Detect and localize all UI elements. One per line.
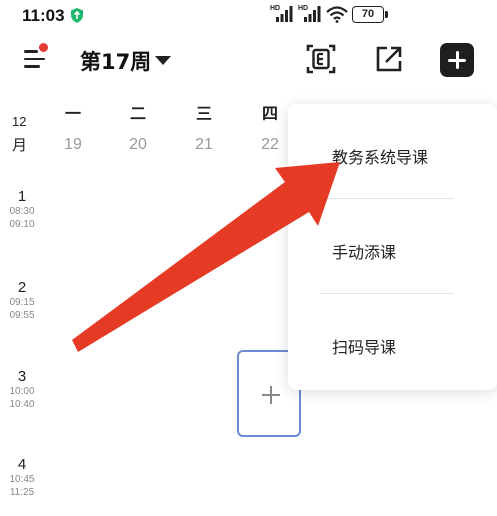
- period-end-time: 09:55: [9, 310, 35, 321]
- day-date: 22: [261, 136, 279, 153]
- period-row: 1 08:30 09:10: [0, 188, 44, 231]
- month-number: 12: [12, 114, 27, 129]
- period-row: 4 10:45 11:25: [0, 456, 44, 499]
- period-row: 2 09:15 09:55: [0, 279, 44, 322]
- day-date: 20: [129, 136, 147, 153]
- period-number: 1: [17, 188, 27, 205]
- signal-icon-2: [304, 6, 321, 22]
- day-name: 四: [261, 104, 278, 123]
- caret-down-icon[interactable]: [155, 56, 171, 65]
- day-date: 19: [64, 136, 82, 153]
- app-header: 第17周: [0, 34, 497, 90]
- status-time: 11:03: [22, 6, 65, 25]
- period-start-time: 09:15: [9, 297, 35, 308]
- period-number: 4: [17, 456, 27, 473]
- add-course-button[interactable]: [440, 43, 474, 77]
- period-start-time: 10:45: [9, 474, 35, 485]
- battery-icon: 70: [352, 6, 384, 23]
- signal-icon: [276, 6, 293, 22]
- day-column-header: 二 20: [118, 100, 158, 154]
- menu-item-add-manually[interactable]: 手动添课: [288, 199, 497, 293]
- period-row: 3 10:00 10:40: [0, 368, 44, 411]
- menu-item-import-from-academic-system[interactable]: 教务系统导课: [288, 104, 497, 198]
- menu-item-label: 扫码导课: [332, 338, 397, 357]
- day-column-header: 一 19: [53, 100, 93, 154]
- notification-dot: [39, 43, 48, 52]
- period-number: 2: [17, 279, 27, 296]
- day-column-header: 四 22: [250, 100, 290, 154]
- day-column-header: 三 21: [184, 100, 224, 154]
- period-end-time: 11:25: [9, 487, 35, 498]
- day-name: 二: [129, 104, 146, 123]
- day-name: 一: [64, 104, 81, 123]
- week-selector[interactable]: 第17周: [80, 46, 151, 76]
- day-name: 三: [195, 104, 212, 123]
- status-bar: 11:03 HD HD 70: [0, 0, 497, 30]
- period-start-time: 08:30: [9, 206, 35, 217]
- period-start-time: 10:00: [9, 386, 35, 397]
- day-date: 21: [195, 136, 213, 153]
- menu-item-scan-to-import[interactable]: 扫码导课: [288, 294, 497, 388]
- add-course-menu: 教务系统导课 手动添课 扫码导课: [288, 104, 497, 390]
- battery-tip: [385, 11, 388, 18]
- battery-level: 70: [361, 8, 375, 20]
- period-end-time: 09:10: [9, 219, 35, 230]
- period-number: 3: [17, 368, 27, 385]
- wifi-icon: [326, 6, 348, 23]
- month-unit: 月: [12, 136, 28, 154]
- schedule-view-icon[interactable]: [304, 42, 338, 76]
- period-end-time: 10:40: [9, 399, 35, 410]
- menu-item-label: 手动添课: [332, 243, 397, 262]
- shield-icon: [71, 8, 83, 23]
- menu-item-label: 教务系统导课: [332, 148, 429, 167]
- share-icon[interactable]: [372, 42, 406, 76]
